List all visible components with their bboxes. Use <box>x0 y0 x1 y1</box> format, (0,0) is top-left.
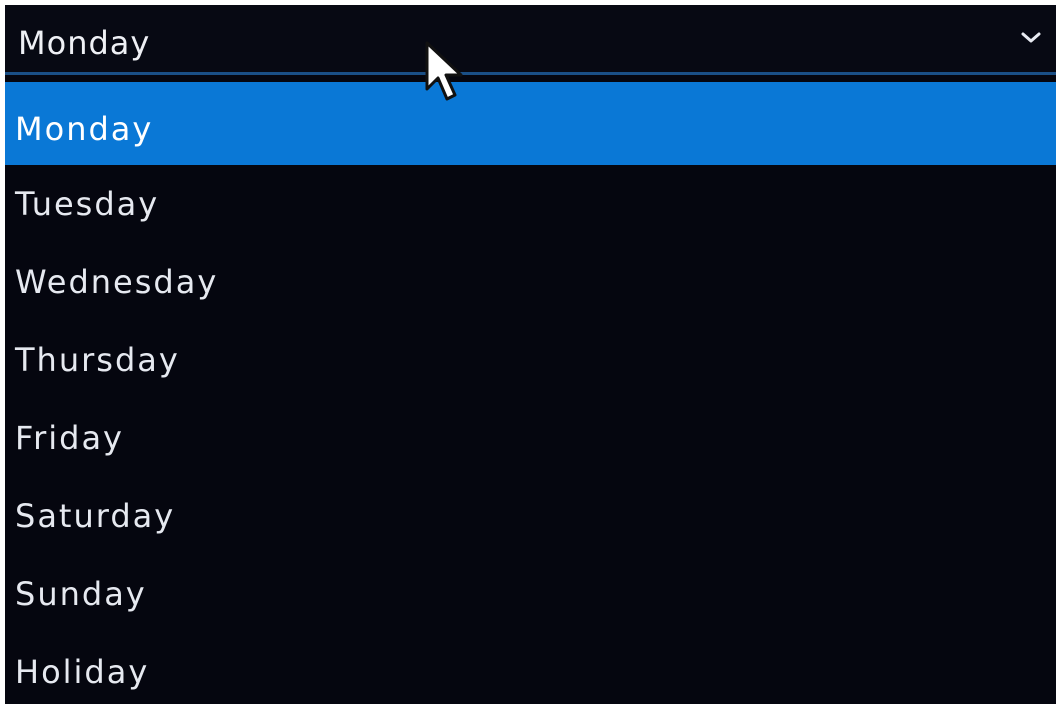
chevron-down-icon[interactable] <box>1020 30 1042 46</box>
option-holiday[interactable]: Holiday <box>5 633 1056 704</box>
option-friday[interactable]: Friday <box>5 399 1056 477</box>
option-wednesday[interactable]: Wednesday <box>5 243 1056 321</box>
selected-day-value: Monday <box>18 24 151 62</box>
option-saturday[interactable]: Saturday <box>5 477 1056 555</box>
option-monday[interactable]: Monday <box>5 82 1056 165</box>
option-sunday[interactable]: Sunday <box>5 555 1056 633</box>
day-select-panel: Monday Monday Tuesday Wednesday Thursday… <box>5 5 1056 704</box>
option-thursday[interactable]: Thursday <box>5 321 1056 399</box>
day-options-list: Monday Tuesday Wednesday Thursday Friday… <box>5 82 1056 704</box>
day-select-dropdown[interactable]: Monday <box>5 5 1056 75</box>
option-tuesday[interactable]: Tuesday <box>5 165 1056 243</box>
